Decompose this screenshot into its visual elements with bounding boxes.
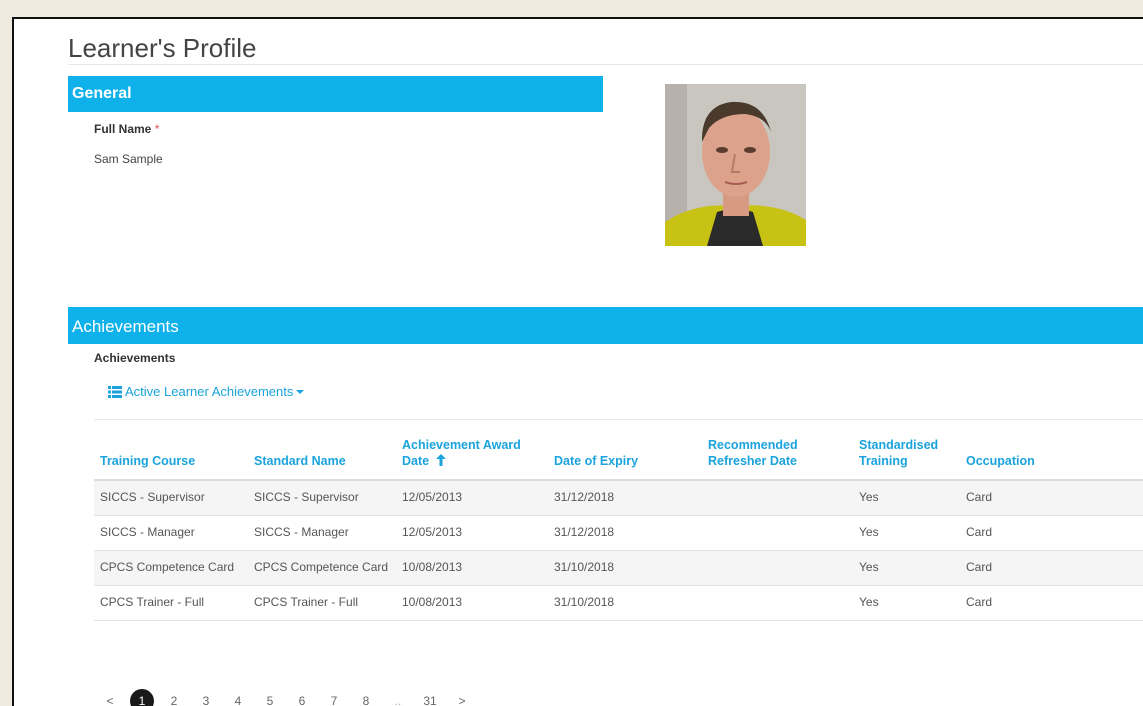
col-training-course[interactable]: Training Course (94, 431, 248, 481)
achievements-section-header: Achievements (68, 307, 1143, 344)
active-achievements-dropdown[interactable]: Active Learner Achievements (108, 384, 305, 399)
cell-occupation: Card (960, 515, 1143, 551)
cell-refresher-date (702, 480, 853, 516)
learner-photo (665, 84, 806, 246)
pagination: < 1 2 3 4 5 6 7 8 .. 31 > (94, 689, 478, 706)
pagination-ellipsis: .. (394, 694, 402, 706)
cell-award-date: 10/08/2013 (396, 585, 548, 621)
pagination-page-3[interactable]: 3 (190, 694, 222, 706)
pagination-page-4[interactable]: 4 (222, 694, 254, 706)
col-refresher-date-label: Recommended Refresher Date (708, 438, 798, 468)
pagination-page-2[interactable]: 2 (158, 694, 190, 706)
cell-standard-name: SICCS - Supervisor (248, 480, 396, 516)
cell-standardised-training: Yes (853, 515, 960, 551)
col-standardised-training[interactable]: Standardised Training (853, 431, 960, 481)
learner-portrait-image (665, 84, 806, 246)
cell-refresher-date (702, 550, 853, 586)
caret-down-icon (296, 389, 305, 394)
pagination-page-8[interactable]: 8 (350, 694, 382, 706)
cell-date-of-expiry: 31/12/2018 (548, 515, 702, 551)
col-standard-name-label: Standard Name (254, 454, 346, 468)
col-date-of-expiry-label: Date of Expiry (554, 454, 639, 468)
pagination-page-31[interactable]: 31 (414, 694, 446, 706)
cell-occupation: Card (960, 550, 1143, 586)
cell-award-date: 10/08/2013 (396, 550, 548, 586)
achievements-table: Training Course Standard Name Achievemen… (94, 431, 1143, 621)
table-row[interactable]: CPCS Competence Card CPCS Competence Car… (94, 550, 1143, 586)
col-standardised-training-label: Standardised Training (859, 438, 939, 468)
cell-standardised-training: Yes (853, 480, 960, 516)
page-title: Learner's Profile (68, 33, 257, 63)
cell-standardised-training: Yes (853, 550, 960, 586)
cell-date-of-expiry: 31/12/2018 (548, 480, 702, 516)
col-award-date-label: Achievement Award Date (402, 438, 521, 468)
cell-date-of-expiry: 31/10/2018 (548, 585, 702, 621)
pagination-page-7[interactable]: 7 (318, 694, 350, 706)
cell-date-of-expiry: 31/10/2018 (548, 550, 702, 586)
achievements-divider (94, 419, 1143, 420)
general-section-header: General (68, 76, 603, 112)
pagination-next[interactable]: > (446, 694, 478, 706)
sort-ascending-icon (435, 454, 446, 466)
col-occupation[interactable]: Occupation (960, 431, 1143, 481)
full-name-label: Full Name * (94, 122, 159, 136)
pagination-page-5[interactable]: 5 (254, 694, 286, 706)
col-date-of-expiry[interactable]: Date of Expiry (548, 431, 702, 481)
cell-award-date: 12/05/2013 (396, 480, 548, 516)
full-name-label-text: Full Name (94, 122, 152, 136)
pagination-page-6[interactable]: 6 (286, 694, 318, 706)
table-row[interactable]: SICCS - Supervisor SICCS - Supervisor 12… (94, 480, 1143, 516)
cell-refresher-date (702, 515, 853, 551)
cell-standard-name: CPCS Trainer - Full (248, 585, 396, 621)
cell-standardised-training: Yes (853, 585, 960, 621)
table-row[interactable]: SICCS - Manager SICCS - Manager 12/05/20… (94, 515, 1143, 551)
col-standard-name[interactable]: Standard Name (248, 431, 396, 481)
pagination-page-1[interactable]: 1 (130, 689, 154, 706)
cell-standard-name: SICCS - Manager (248, 515, 396, 551)
cell-occupation: Card (960, 585, 1143, 621)
list-icon (108, 385, 122, 398)
col-award-date[interactable]: Achievement Award Date (396, 431, 548, 481)
full-name-value: Sam Sample (94, 152, 163, 166)
dropdown-label: Active Learner Achievements (125, 384, 294, 399)
cell-training-course: SICCS - Supervisor (94, 480, 248, 516)
cell-training-course: SICCS - Manager (94, 515, 248, 551)
page-frame: Learner's Profile General Full Name * Sa… (12, 17, 1143, 706)
cell-training-course: CPCS Trainer - Full (94, 585, 248, 621)
col-training-course-label: Training Course (100, 454, 196, 468)
table-row[interactable]: CPCS Trainer - Full CPCS Trainer - Full … (94, 585, 1143, 621)
cell-award-date: 12/05/2013 (396, 515, 548, 551)
cell-occupation: Card (960, 480, 1143, 516)
cell-standard-name: CPCS Competence Card (248, 550, 396, 586)
table-header-row: Training Course Standard Name Achievemen… (94, 431, 1143, 481)
cell-refresher-date (702, 585, 853, 621)
required-asterisk: * (154, 122, 160, 136)
cell-training-course: CPCS Competence Card (94, 550, 248, 586)
achievements-subheading: Achievements (94, 351, 176, 365)
pagination-prev[interactable]: < (94, 694, 126, 706)
col-refresher-date[interactable]: Recommended Refresher Date (702, 431, 853, 481)
title-divider (68, 64, 1143, 65)
col-occupation-label: Occupation (966, 454, 1035, 468)
